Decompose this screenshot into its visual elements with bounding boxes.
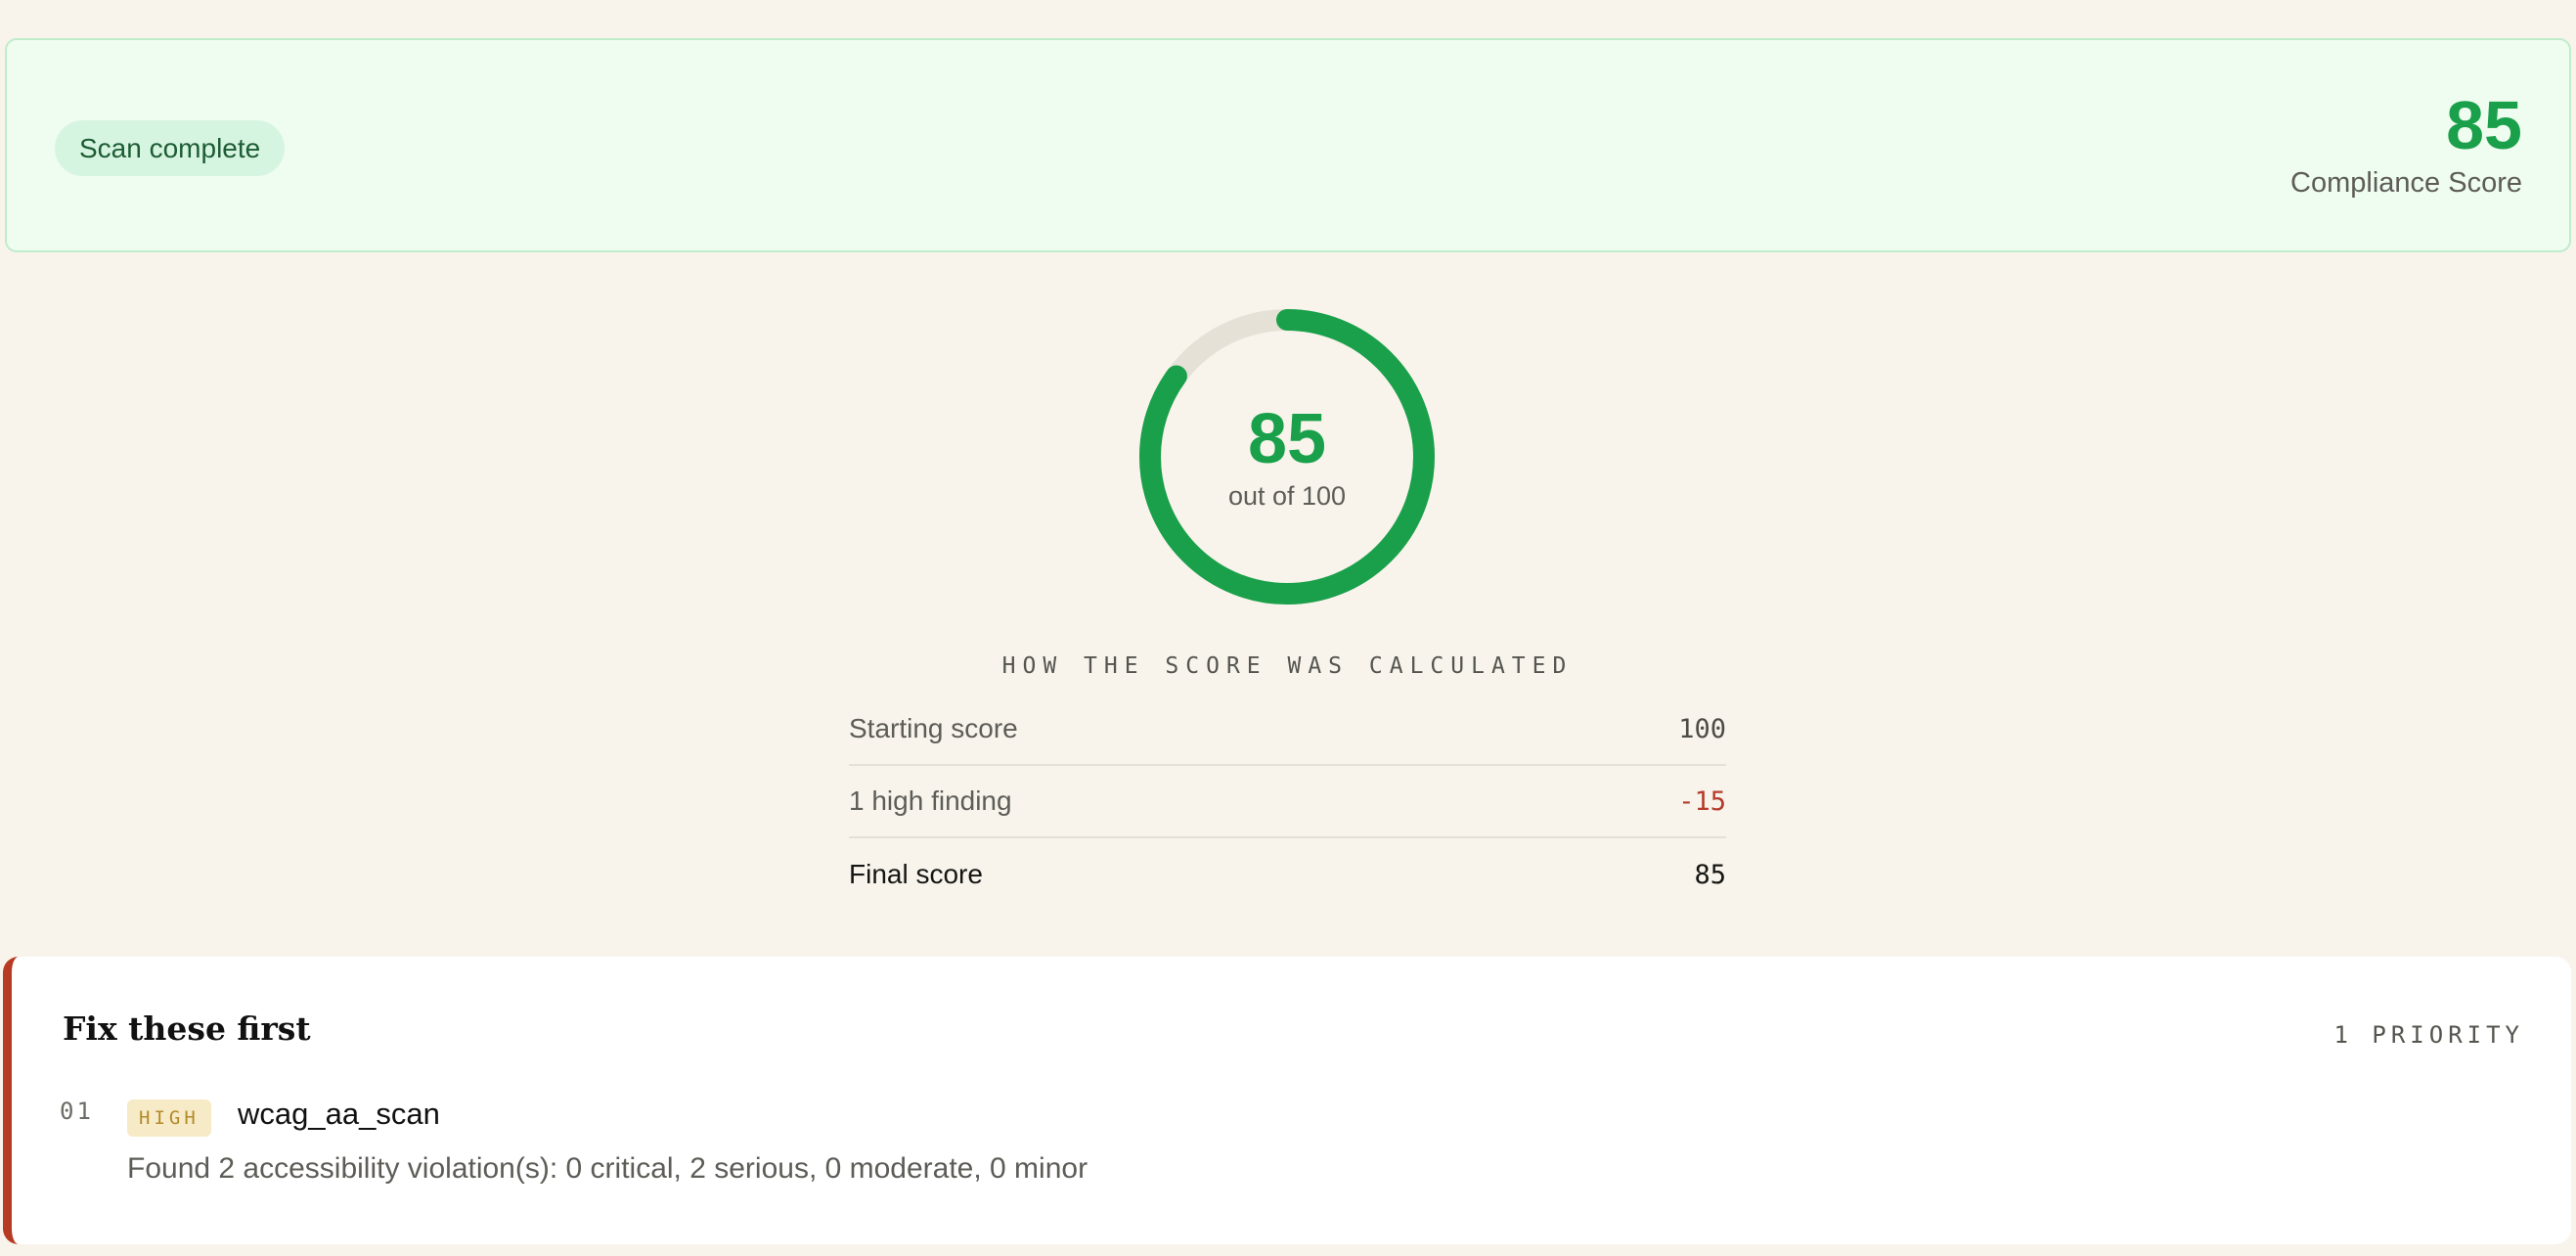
breakdown-value: -15	[1678, 785, 1726, 817]
breakdown-row-starting: Starting score 100	[849, 694, 1726, 766]
breakdown-label: Starting score	[849, 713, 1018, 743]
score-breakdown-table: Starting score 100 1 high finding -15 Fi…	[849, 694, 1726, 911]
calculation-heading: HOW THE SCORE WAS CALCULATED	[1001, 653, 1574, 679]
breakdown-value: 85	[1694, 859, 1726, 890]
compliance-score-label: Compliance Score	[2290, 167, 2522, 199]
priorities-card: Fix these first 1 PRIORITY 01 HIGH wcag_…	[3, 957, 2571, 1244]
gauge-score-caption: out of 100	[1227, 481, 1347, 511]
breakdown-row-final: Final score 85	[849, 838, 1726, 911]
breakdown-value: 100	[1678, 713, 1726, 744]
scan-status-badge: Scan complete	[55, 120, 286, 176]
scan-status-banner: Scan complete 85 Compliance Score	[5, 38, 2571, 252]
priorities-count: 1 PRIORITY	[2333, 1021, 2524, 1049]
priority-item-name[interactable]: wcag_aa_scan	[238, 1097, 440, 1132]
severity-badge: HIGH	[127, 1099, 211, 1137]
priorities-title: Fix these first	[63, 1009, 311, 1048]
compliance-score-value: 85	[2446, 87, 2522, 163]
score-gauge: 85 out of 100	[1136, 306, 1438, 607]
breakdown-row-finding: 1 high finding -15	[849, 766, 1726, 838]
breakdown-label: Final score	[849, 859, 983, 889]
priority-item-description: Found 2 accessibility violation(s): 0 cr…	[127, 1152, 1088, 1185]
priority-item-number: 01	[60, 1098, 94, 1125]
gauge-score-value: 85	[1247, 400, 1327, 478]
breakdown-label: 1 high finding	[849, 785, 1012, 816]
